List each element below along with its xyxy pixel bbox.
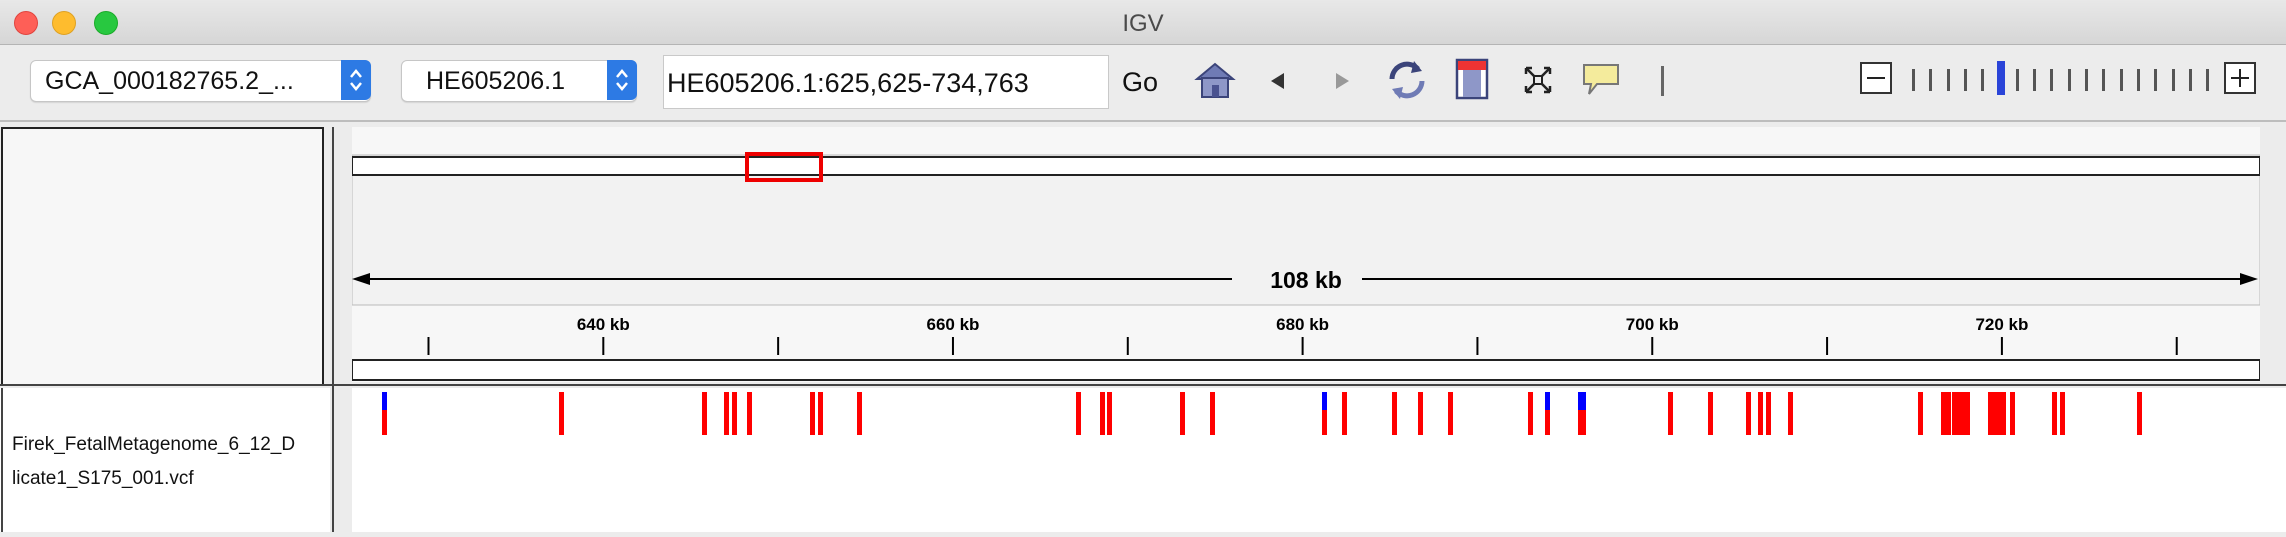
chromosome-ideogram[interactable] — [351, 156, 2261, 176]
panel-divider — [332, 127, 334, 532]
variant-mark[interactable] — [1746, 392, 1751, 435]
ruler-tick-label: 640 kb — [577, 315, 630, 334]
toolbar: GCA_000182765.2_... HE605206.1 HE605206.… — [0, 45, 2286, 122]
chromosome-dropdown[interactable]: HE605206.1 — [401, 60, 637, 102]
variant-mark[interactable] — [724, 392, 729, 435]
chromosome-dropdown-value: HE605206.1 — [426, 67, 566, 95]
variant-mark[interactable] — [1076, 392, 1081, 435]
zoom-level-tick[interactable] — [1929, 69, 1933, 91]
variant-mark[interactable] — [1448, 392, 1453, 435]
name-header-panel — [1, 127, 324, 386]
zoom-level-tick[interactable] — [2067, 69, 2071, 91]
variant-mark[interactable] — [2060, 392, 2065, 435]
ruler-tick-label: 720 kb — [1975, 315, 2028, 334]
chevron-updown-icon — [341, 60, 371, 100]
variant-mark[interactable] — [2137, 392, 2142, 435]
ruler-tick-label: 680 kb — [1276, 315, 1329, 334]
genome-dropdown[interactable]: GCA_000182765.2_... — [30, 60, 371, 102]
variant-mark[interactable] — [1100, 392, 1105, 435]
variant-mark[interactable] — [857, 392, 862, 435]
go-button[interactable]: Go — [1122, 67, 1158, 98]
variant-mark[interactable] — [1758, 392, 1763, 435]
zoom-level-tick[interactable] — [1946, 69, 1950, 91]
variant-mark[interactable] — [702, 392, 707, 435]
variant-mark[interactable] — [732, 392, 737, 435]
variant-mark[interactable] — [1418, 392, 1423, 435]
variant-mark-het — [1578, 392, 1586, 410]
zoom-level-tick[interactable] — [2085, 69, 2088, 91]
variant-mark-het — [1322, 392, 1327, 410]
variant-mark[interactable] — [1988, 392, 2006, 435]
zoom-level-tick[interactable] — [2188, 69, 2192, 91]
variant-mark[interactable] — [1918, 392, 1923, 435]
zoom-level-tick[interactable] — [2206, 69, 2210, 91]
genome-dropdown-value: GCA_000182765.2_... — [45, 67, 294, 95]
span-label: 108 kb — [1270, 267, 1342, 293]
zoom-level-tick[interactable] — [2050, 69, 2054, 91]
zoom-level-tick[interactable] — [2102, 69, 2106, 91]
variant-mark[interactable] — [1960, 392, 1970, 435]
zoom-level-tick[interactable] — [2136, 69, 2140, 91]
variant-mark-het — [382, 392, 387, 410]
variant-mark[interactable] — [1941, 392, 1951, 435]
variant-mark[interactable] — [1708, 392, 1713, 435]
variant-mark[interactable] — [1528, 392, 1533, 435]
zoom-in-button[interactable] — [2224, 62, 2256, 94]
region-of-interest-icon[interactable] — [1455, 58, 1489, 100]
zoom-level-tick[interactable] — [2171, 69, 2175, 91]
variant-mark[interactable] — [1180, 392, 1185, 435]
ruler-tick-label: 700 kb — [1626, 315, 1679, 334]
variant-mark[interactable] — [810, 392, 815, 435]
variant-mark[interactable] — [1668, 392, 1673, 435]
variant-track[interactable] — [352, 388, 2286, 532]
back-arrow-icon[interactable] — [1268, 71, 1286, 91]
chevron-updown-icon — [607, 60, 637, 100]
header-panel: 108 kb 640 kb 660 kb 680 kb 700 kb 720 kb — [351, 127, 2261, 382]
variant-mark-het — [1545, 392, 1550, 410]
ruler-tick-label: 660 kb — [926, 315, 979, 334]
zoom-level-tick[interactable] — [1912, 69, 1915, 91]
refresh-icon[interactable] — [1384, 57, 1430, 103]
track-name-line2[interactable]: licate1_S175_001.vcf — [12, 468, 194, 490]
divider-icon — [1661, 66, 1664, 96]
resize-to-window-icon[interactable] — [1523, 65, 1553, 95]
popup-info-icon[interactable] — [1581, 62, 1621, 98]
variant-mark[interactable] — [1210, 392, 1215, 435]
ruler-svg: 108 kb 640 kb 660 kb 680 kb 700 kb 720 kb — [351, 152, 2261, 381]
locus-input[interactable]: HE605206.1:625,625-734,763 — [663, 55, 1109, 109]
variant-mark[interactable] — [1766, 392, 1771, 435]
forward-arrow-icon[interactable] — [1334, 71, 1352, 91]
variant-mark[interactable] — [559, 392, 564, 435]
track-divider — [0, 384, 2286, 386]
home-icon[interactable] — [1193, 59, 1237, 101]
zoom-level-tick[interactable] — [2154, 69, 2158, 91]
variant-mark[interactable] — [2052, 392, 2057, 435]
variant-mark[interactable] — [1107, 392, 1112, 435]
variant-mark[interactable] — [818, 392, 823, 435]
variant-mark[interactable] — [1788, 392, 1793, 435]
zoom-level-tick[interactable] — [2119, 69, 2123, 91]
track-name-panel: Firek_FetalMetagenome_6_12_D licate1_S17… — [0, 388, 330, 532]
track-name-line1[interactable]: Firek_FetalMetagenome_6_12_D — [12, 434, 295, 456]
zoom-level-tick[interactable] — [2033, 69, 2037, 91]
window-titlebar: IGV — [0, 0, 2286, 45]
locus-input-value: HE605206.1:625,625-734,763 — [667, 68, 1029, 98]
zoom-out-button[interactable] — [1860, 62, 1892, 94]
variant-track-svg — [382, 392, 2142, 435]
zoom-level-tick[interactable] — [1963, 69, 1967, 91]
variant-mark[interactable] — [2010, 392, 2015, 435]
variant-mark[interactable] — [747, 392, 752, 435]
zoom-level-tick[interactable] — [2015, 69, 2019, 91]
window-title: IGV — [1122, 10, 1164, 37]
variant-mark[interactable] — [1392, 392, 1397, 435]
zoom-level-current[interactable] — [1996, 61, 2005, 95]
zoom-level-tick[interactable] — [1981, 69, 1985, 91]
variant-mark[interactable] — [1342, 392, 1347, 435]
